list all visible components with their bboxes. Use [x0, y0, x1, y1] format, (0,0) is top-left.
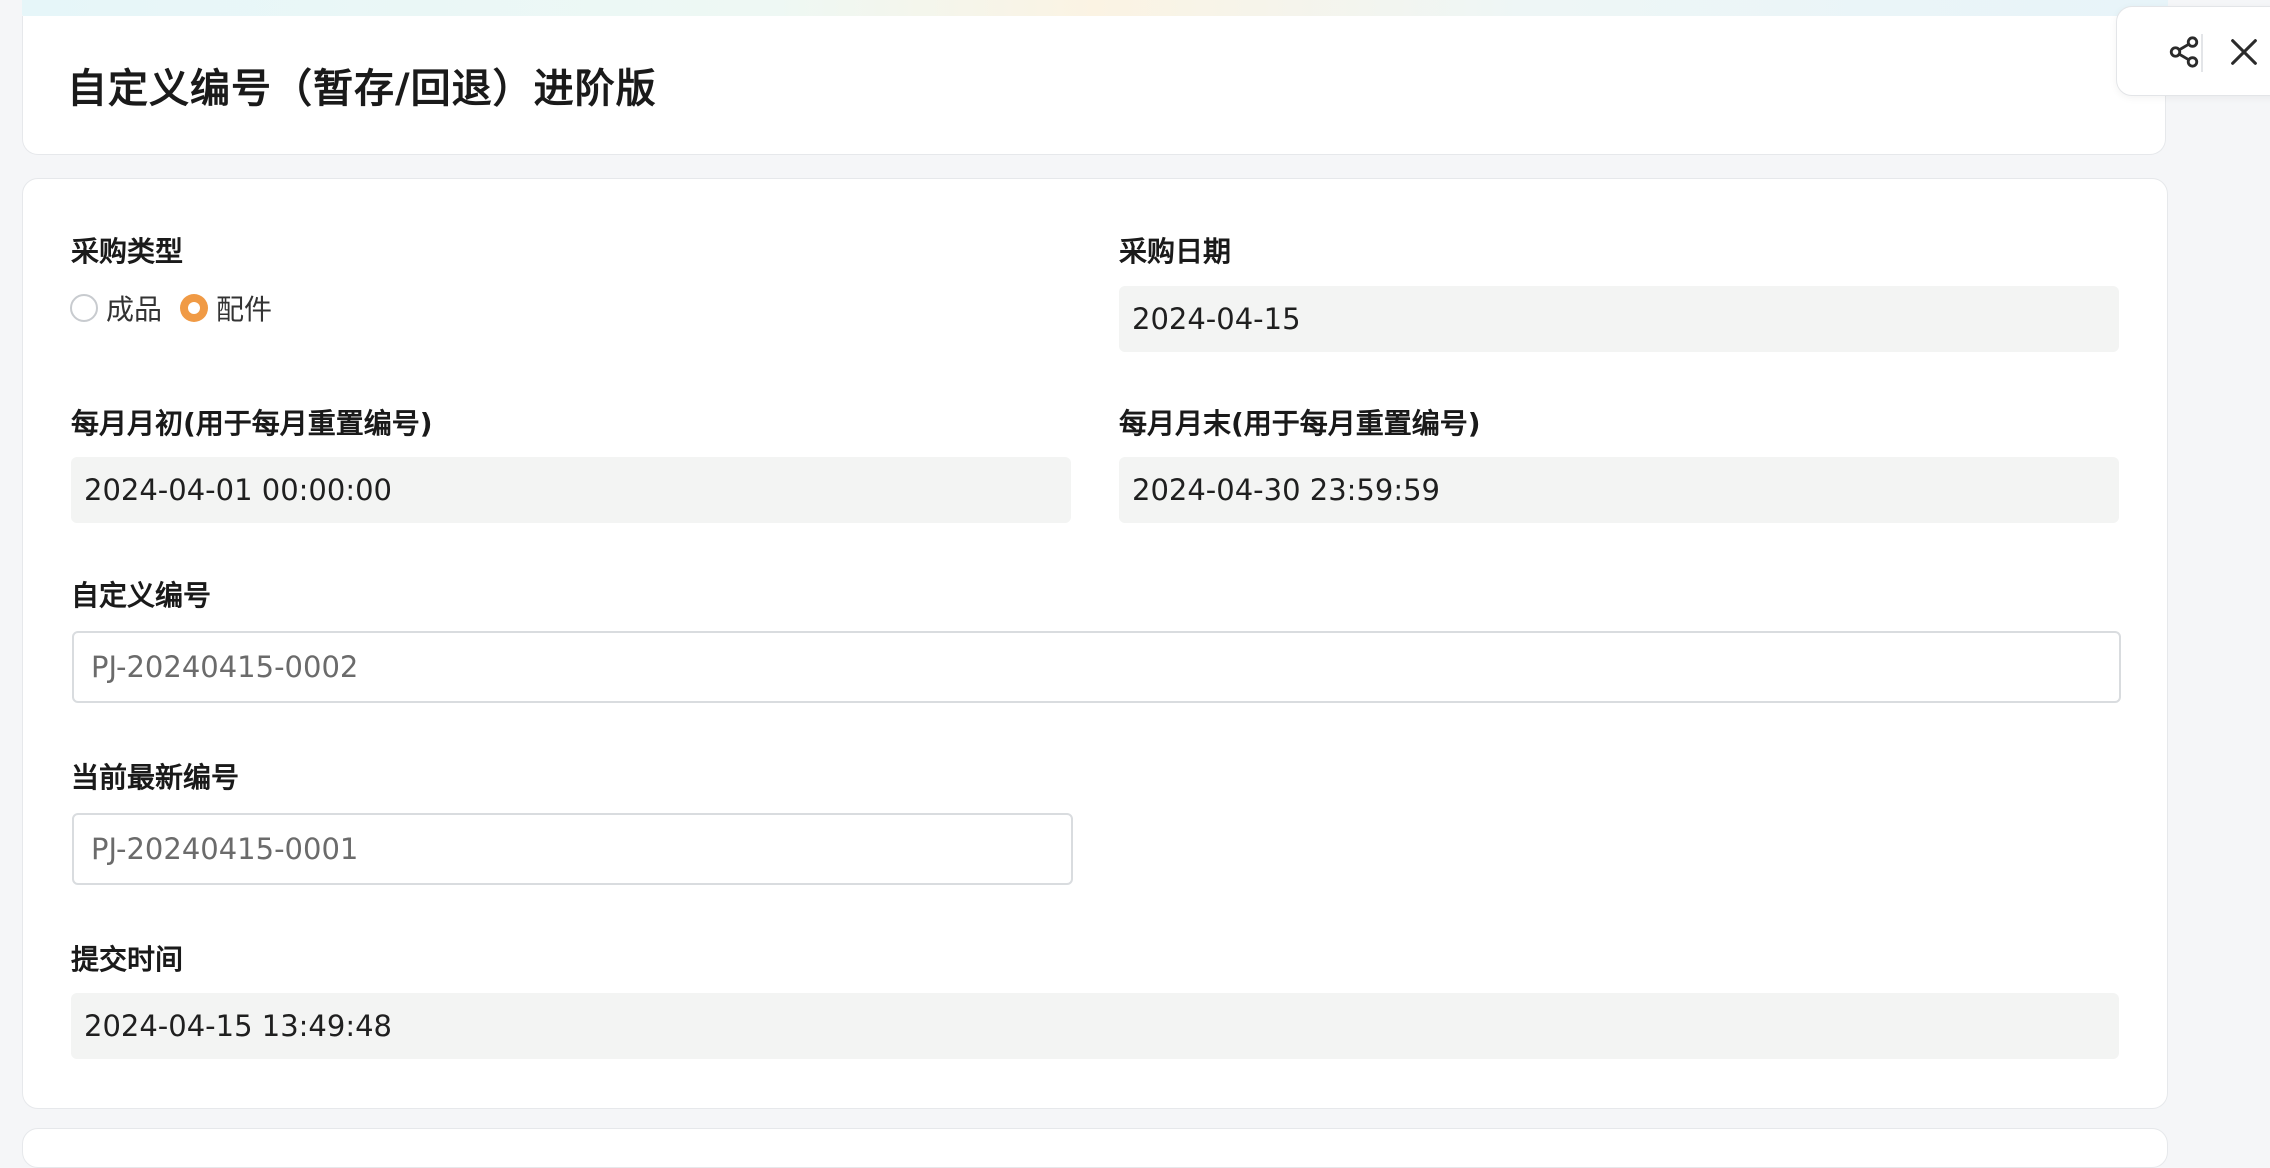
radio-unchecked-icon [70, 294, 98, 322]
next-section-card [22, 1128, 2168, 1168]
custom-number-input[interactable] [72, 631, 2121, 703]
close-icon [2231, 39, 2257, 65]
action-divider [2201, 34, 2203, 72]
radio-label: 成品 [106, 293, 163, 326]
purchase-type-radio-group: 成品 配件 [70, 290, 290, 326]
radio-option-finished-product[interactable]: 成品 [70, 288, 162, 328]
page-title: 自定义编号（暂存/回退）进阶版 [67, 66, 657, 112]
submit-time-field: 2024-04-15 13:49:48 [71, 993, 2119, 1059]
floating-action-bar [2116, 6, 2270, 96]
custom-number-label: 自定义编号 [71, 579, 212, 612]
purchase-date-field: 2024-04-15 [1119, 286, 2119, 352]
radio-option-accessory[interactable]: 配件 [180, 288, 272, 328]
share-icon [2169, 36, 2199, 68]
radio-label: 配件 [216, 293, 273, 326]
month-start-label: 每月月初(用于每月重置编号) [71, 407, 433, 440]
page-header: 自定义编号（暂存/回退）进阶版 [22, 16, 2166, 155]
header-gradient-strip [22, 0, 2168, 16]
month-end-label: 每月月末(用于每月重置编号) [1119, 407, 1481, 440]
purchase-type-label: 采购类型 [71, 235, 184, 268]
close-button[interactable] [2221, 29, 2267, 75]
submit-time-label: 提交时间 [71, 943, 184, 976]
month-end-value: 2024-04-30 23:59:59 [1132, 473, 1440, 507]
purchase-date-label: 采购日期 [1119, 235, 1232, 268]
month-start-value: 2024-04-01 00:00:00 [84, 473, 392, 507]
submit-time-value: 2024-04-15 13:49:48 [84, 1009, 392, 1043]
radio-checked-icon [180, 294, 209, 322]
month-start-field: 2024-04-01 00:00:00 [71, 457, 1071, 523]
latest-number-label: 当前最新编号 [71, 761, 240, 794]
month-end-field: 2024-04-30 23:59:59 [1119, 457, 2119, 523]
purchase-date-value: 2024-04-15 [1132, 302, 1301, 336]
latest-number-input[interactable] [72, 813, 1073, 885]
